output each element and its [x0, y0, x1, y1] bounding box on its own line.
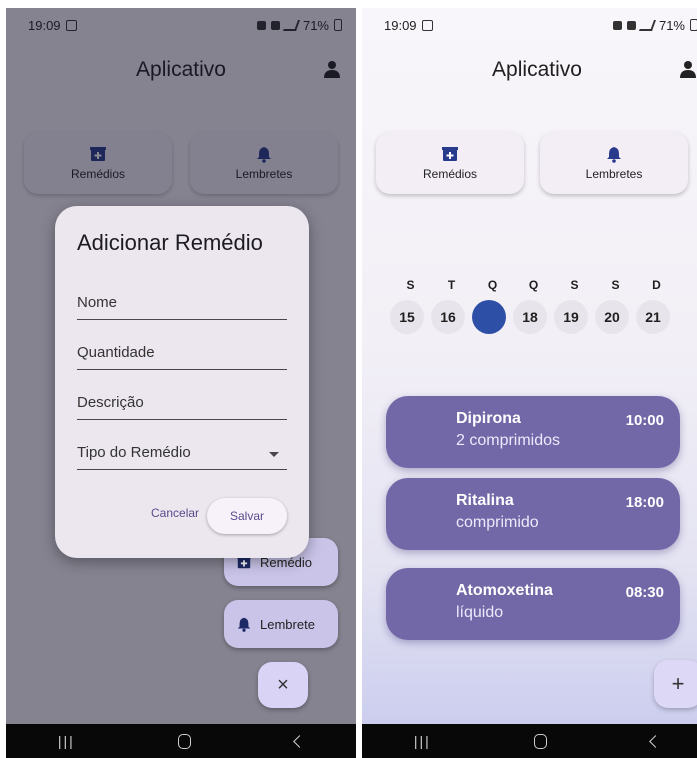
add-fab-button[interactable]: +: [654, 660, 697, 708]
reminder-time: 10:00: [625, 412, 664, 429]
lembretes-card[interactable]: Lembretes: [540, 132, 688, 194]
calendar-weekdays: S T Q Q S S D: [390, 278, 677, 292]
back-icon[interactable]: [649, 734, 663, 748]
profile-icon[interactable]: [680, 60, 696, 78]
lembretes-label: Lembretes: [585, 167, 643, 181]
reminder-time: 08:30: [625, 584, 664, 601]
cancel-button[interactable]: Cancelar: [151, 506, 199, 520]
weekday-label: D: [652, 278, 661, 292]
screen-add-medicine-dialog: 19:09 71% Aplicativo Remédios Lembretes …: [6, 8, 356, 758]
fab-close-button[interactable]: ×: [258, 662, 308, 708]
weekday-label: S: [406, 278, 415, 292]
calendar-day[interactable]: 21: [636, 300, 670, 334]
remedios-card[interactable]: Remédios: [376, 132, 524, 194]
fab-add-lembrete[interactable]: Lembrete: [224, 600, 338, 648]
reminder-name: Ritalina: [456, 492, 514, 509]
home-icon[interactable]: [178, 733, 192, 749]
weekday-label: T: [447, 278, 456, 292]
calendar-days: 15 16 17 18 19 20 21: [390, 300, 677, 334]
close-icon: ×: [277, 673, 289, 696]
system-nav-bar: |||: [362, 724, 697, 758]
screen-home: 19:09 71% Aplicativo Remédios Lembretes …: [362, 8, 697, 758]
reminder-name: Atomoxetina: [456, 582, 553, 599]
bell-icon: [237, 617, 251, 632]
mute-icon: [626, 20, 636, 30]
fab-lembrete-label: Lembrete: [260, 616, 315, 632]
system-nav-bar: |||: [6, 724, 356, 758]
status-bar: 19:09 71%: [362, 8, 697, 42]
home-icon[interactable]: [534, 733, 548, 749]
status-time: 19:09: [384, 17, 417, 33]
calendar-day[interactable]: 20: [595, 300, 629, 334]
reminder-card[interactable]: Atomoxetina líquido 08:30: [386, 568, 680, 640]
reminder-description: líquido: [456, 604, 504, 621]
medicine-icon: [442, 147, 458, 161]
descricao-field[interactable]: Descrição: [77, 386, 287, 420]
weekday-label: S: [570, 278, 579, 292]
quantidade-label: Quantidade: [77, 344, 155, 361]
weekday-label: S: [611, 278, 620, 292]
calendar-day-selected[interactable]: 17: [472, 300, 506, 334]
app-title: Aplicativo: [492, 58, 582, 81]
nome-field[interactable]: Nome: [77, 286, 287, 320]
quantidade-field[interactable]: Quantidade: [77, 336, 287, 370]
dropdown-arrow-icon: [269, 452, 279, 457]
gallery-notification-icon: [421, 19, 433, 31]
plus-icon: +: [671, 671, 685, 696]
signal-icon: [638, 19, 656, 31]
reminder-description: 2 comprimidos: [456, 432, 561, 449]
calendar-day[interactable]: 16: [431, 300, 465, 334]
recent-apps-icon[interactable]: |||: [58, 733, 75, 749]
tipo-select[interactable]: Tipo do Remédio: [77, 436, 287, 470]
descricao-label: Descrição: [77, 394, 144, 411]
alarm-icon: [612, 20, 622, 30]
nome-label: Nome: [77, 294, 118, 311]
reminder-card[interactable]: Ritalina comprimido 18:00: [386, 478, 680, 550]
calendar-day[interactable]: 15: [390, 300, 424, 334]
back-icon[interactable]: [293, 734, 307, 748]
dialog-title: Adicionar Remédio: [77, 230, 263, 255]
tipo-label: Tipo do Remédio: [77, 444, 191, 461]
add-medicine-dialog: Adicionar Remédio Nome Quantidade Descri…: [55, 206, 309, 558]
recent-apps-icon[interactable]: |||: [414, 733, 431, 749]
weekday-label: Q: [528, 278, 539, 292]
weekday-label: Q: [487, 278, 498, 292]
app-bar: Aplicativo: [362, 42, 697, 98]
reminder-description: comprimido: [456, 514, 539, 531]
bell-icon: [607, 147, 621, 163]
reminder-name: Dipirona: [456, 410, 521, 427]
calendar-day[interactable]: 19: [554, 300, 588, 334]
calendar-day[interactable]: 18: [513, 300, 547, 334]
remedios-label: Remédios: [422, 167, 478, 181]
battery-percent: 71%: [658, 17, 685, 33]
battery-icon: [690, 19, 697, 31]
reminder-time: 18:00: [625, 494, 664, 511]
reminder-card[interactable]: Dipirona 2 comprimidos 10:00: [386, 396, 680, 468]
save-button[interactable]: Salvar: [207, 498, 287, 534]
